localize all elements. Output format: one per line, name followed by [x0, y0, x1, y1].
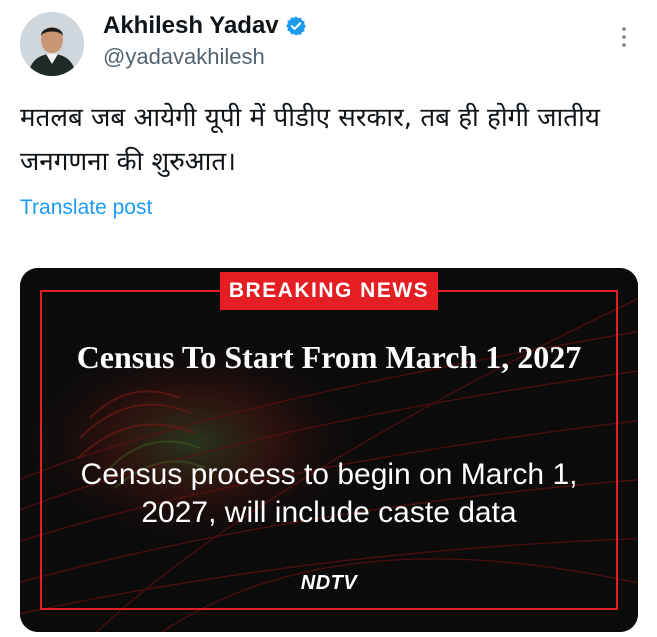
- more-options-icon[interactable]: [614, 22, 634, 52]
- avatar-image: [20, 12, 84, 76]
- verified-badge-icon: [285, 15, 307, 37]
- more-dot: [622, 35, 626, 39]
- breaking-news-badge: BREAKING NEWS: [220, 272, 438, 310]
- more-dot: [622, 43, 626, 47]
- more-dot: [622, 27, 626, 31]
- media-card[interactable]: BREAKING NEWS Census To Start From March…: [20, 268, 638, 632]
- avatar[interactable]: [20, 12, 84, 76]
- author-display-name[interactable]: Akhilesh Yadav: [103, 12, 279, 40]
- news-headline: Census To Start From March 1, 2027: [76, 339, 582, 375]
- translate-post-link[interactable]: Translate post: [20, 196, 152, 220]
- ndtv-logo: NDTV: [300, 572, 358, 594]
- author-name-row: Akhilesh Yadav: [103, 10, 307, 42]
- news-subheadline: Census process to begin on March 1, 2027…: [80, 458, 578, 529]
- post-text: मतलब जब आयेगी यूपी में पीडीए सरकार, तब ह…: [20, 103, 600, 177]
- author-handle[interactable]: @yadavakhilesh: [103, 44, 265, 70]
